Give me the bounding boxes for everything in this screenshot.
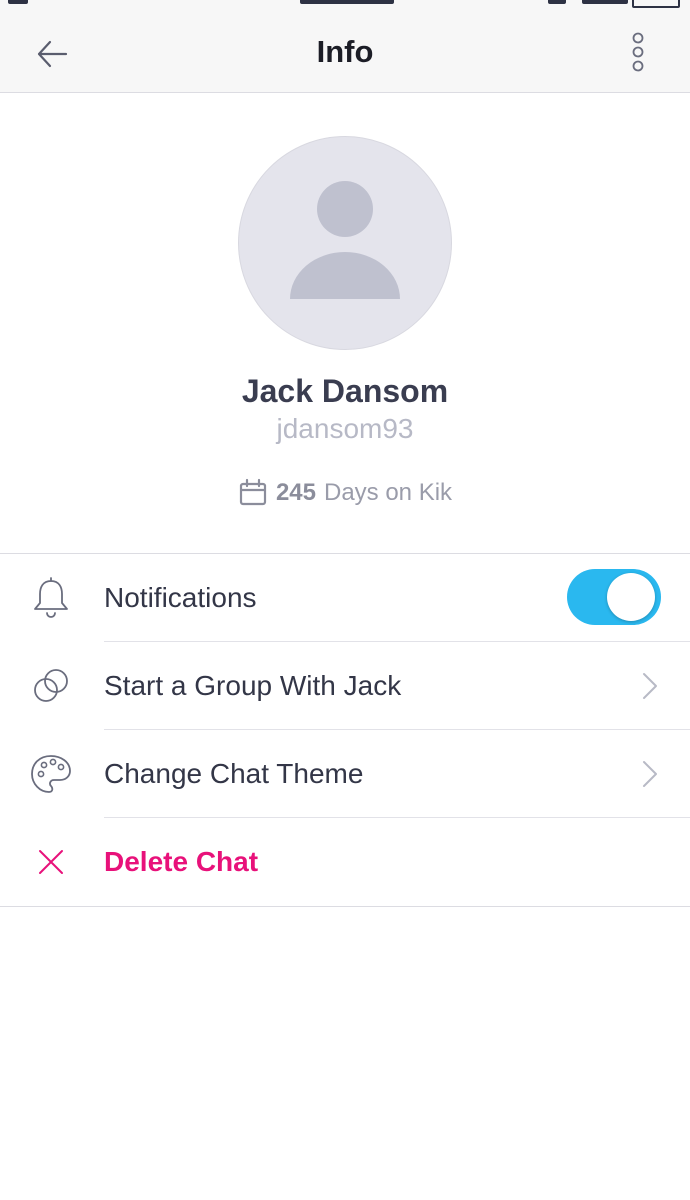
- change-theme-label: Change Chat Theme: [104, 758, 364, 789]
- change-theme-row[interactable]: Change Chat Theme: [0, 730, 690, 818]
- delete-chat-row[interactable]: Delete Chat: [0, 818, 690, 906]
- group-circles-icon: [24, 664, 78, 708]
- avatar[interactable]: [238, 136, 452, 350]
- battery-percent-fragment: [582, 0, 628, 4]
- battery-icon: [632, 0, 680, 8]
- location-icon: [548, 0, 566, 4]
- chevron-right-icon: [636, 668, 664, 704]
- calendar-icon: [238, 478, 268, 508]
- days-count: 245: [275, 479, 316, 506]
- options-list: Notifications Start a Group With Jack Ch…: [0, 553, 690, 907]
- clock-text-fragment: [300, 0, 394, 4]
- chevron-right-icon: [636, 756, 664, 792]
- contact-username: jdansom93: [276, 413, 414, 444]
- page-title: Info: [316, 34, 374, 69]
- signal-icon: [8, 0, 28, 4]
- more-options-button[interactable]: [614, 30, 662, 74]
- start-group-row[interactable]: Start a Group With Jack: [0, 642, 690, 730]
- start-group-label: Start a Group With Jack: [104, 670, 402, 701]
- notifications-row[interactable]: Notifications: [0, 554, 690, 642]
- top-bar: Info: [0, 10, 690, 93]
- status-bar: [0, 0, 690, 10]
- close-icon: [24, 840, 78, 884]
- notifications-toggle[interactable]: [567, 569, 661, 625]
- bell-icon: [24, 576, 78, 620]
- vertical-dots-icon: [632, 32, 644, 72]
- days-on-kik: 245 Days on Kik: [0, 476, 690, 510]
- delete-chat-label: Delete Chat: [104, 846, 259, 877]
- palette-icon: [24, 752, 78, 796]
- contact-name: Jack Dansom: [241, 373, 449, 409]
- toggle-knob: [607, 573, 655, 621]
- default-avatar-icon: [290, 181, 400, 299]
- days-label: Days on Kik: [323, 479, 453, 506]
- notifications-label: Notifications: [104, 582, 257, 613]
